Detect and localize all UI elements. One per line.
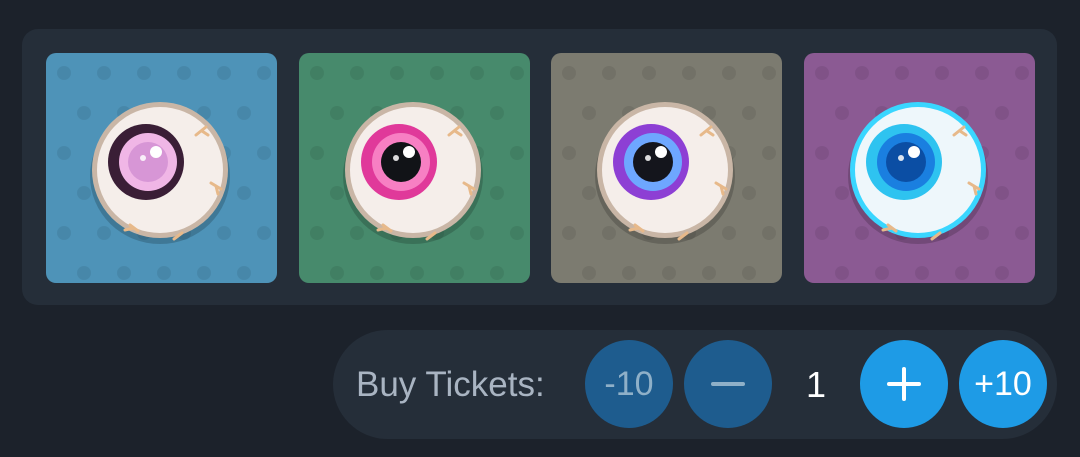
- skin-card-cyan[interactable]: [804, 53, 1035, 283]
- ticket-quantity: 1: [805, 364, 827, 405]
- minus-icon: [711, 382, 745, 386]
- buy-tickets-bar: Buy Tickets: -10 1 +10: [333, 330, 1057, 439]
- minus-ten-label: -10: [604, 364, 654, 403]
- skins-panel: [22, 29, 1057, 305]
- skin-card-pink[interactable]: [46, 53, 277, 283]
- buy-tickets-label: Buy Tickets:: [356, 365, 545, 404]
- eyeball-skin-image: [299, 53, 530, 283]
- eyeball-skin-image: [46, 53, 277, 283]
- eyeball-skin-image: [804, 53, 1035, 283]
- increment-button[interactable]: [860, 340, 948, 428]
- minus-ten-button[interactable]: -10: [585, 340, 673, 428]
- plus-ten-button[interactable]: +10: [959, 340, 1047, 428]
- eyeball-skin-image: [551, 53, 782, 283]
- plus-ten-label: +10: [974, 364, 1032, 403]
- plus-icon: [887, 367, 921, 401]
- skin-card-violet[interactable]: [551, 53, 782, 283]
- skin-card-magenta[interactable]: [299, 53, 530, 283]
- decrement-button[interactable]: [684, 340, 772, 428]
